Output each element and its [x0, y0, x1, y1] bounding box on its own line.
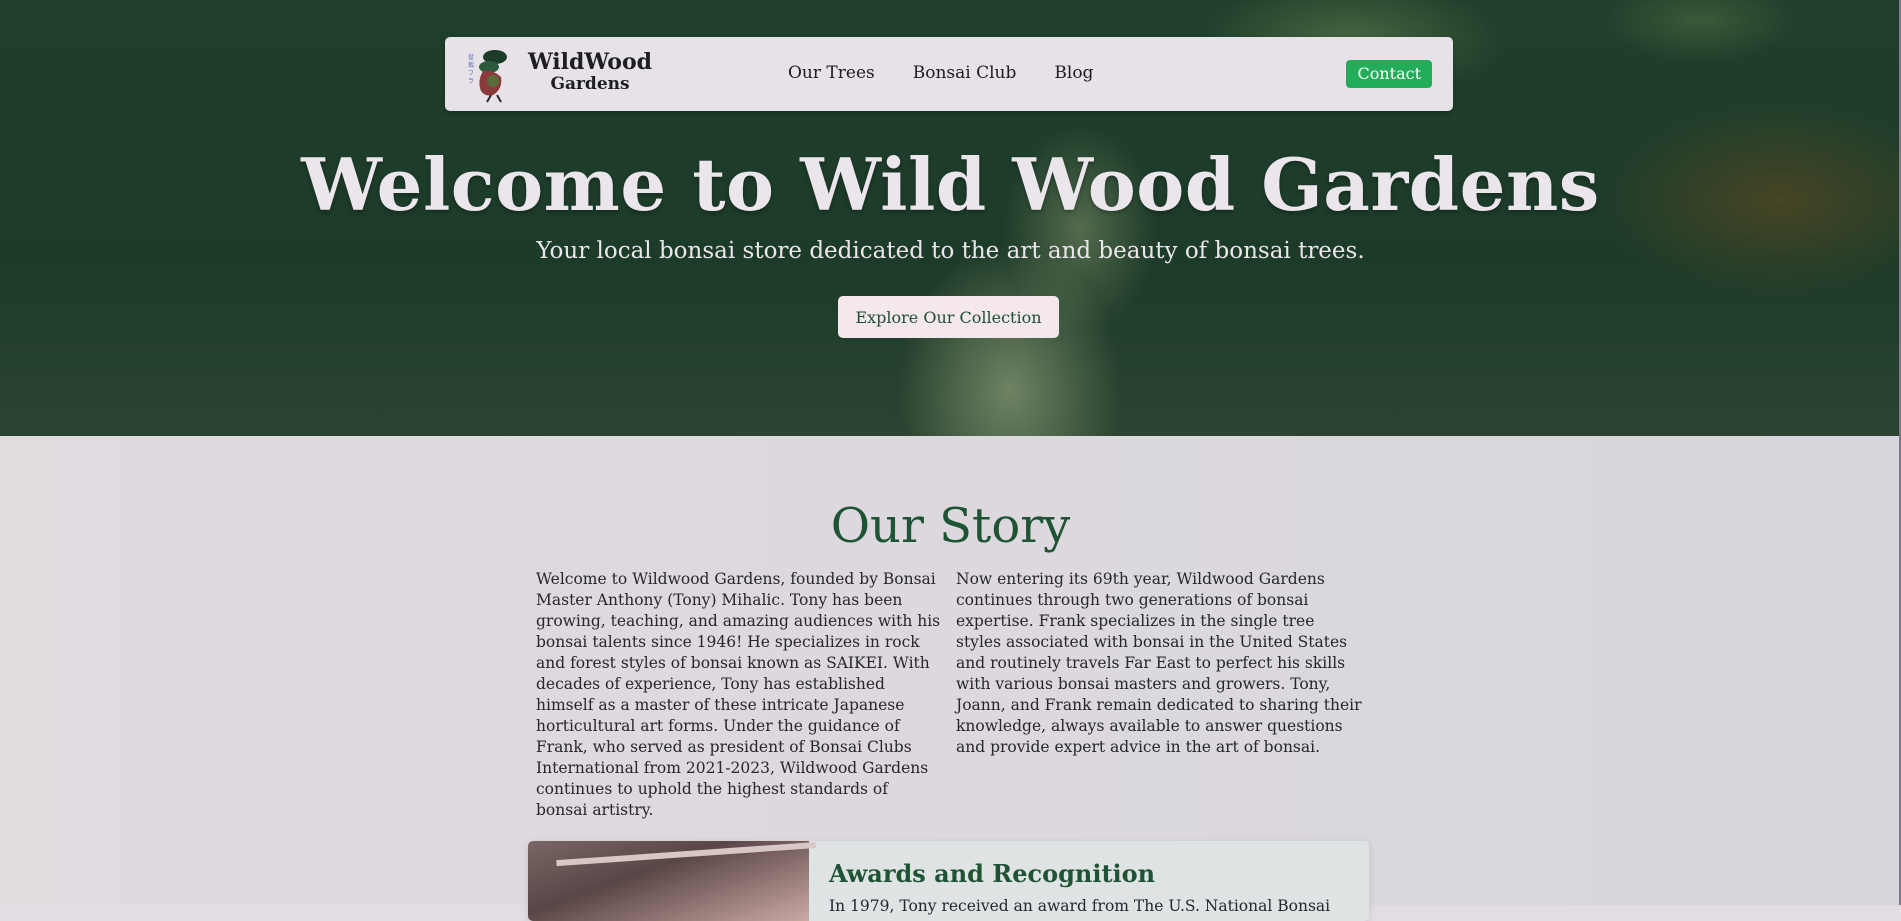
- nav-links: Our Trees Bonsai Club Blog: [788, 63, 1131, 83]
- awards-photo-detail: [556, 842, 820, 920]
- logo-icon[interactable]: 盆 栽 フ ラ: [463, 45, 513, 103]
- logo-line1: WildWood: [527, 49, 653, 75]
- explore-collection-button[interactable]: Explore Our Collection: [838, 296, 1059, 338]
- awards-text: In 1979, Tony received an award from The…: [829, 897, 1331, 915]
- hero-subtitle: Your local bonsai store dedicated to the…: [536, 238, 1365, 264]
- nav-link-blog[interactable]: Blog: [1054, 63, 1093, 83]
- svg-text:栽: 栽: [468, 61, 474, 69]
- svg-text:ラ: ラ: [468, 78, 474, 85]
- story-section: Our Story Welcome to Wildwood Gardens, f…: [0, 436, 1901, 921]
- svg-text:盆: 盆: [468, 53, 474, 61]
- awards-card: Awards and Recognition In 1979, Tony rec…: [528, 841, 1369, 921]
- logo-text[interactable]: WildWood Gardens: [525, 51, 655, 93]
- svg-text:フ: フ: [468, 70, 474, 77]
- story-text-left: Welcome to Wildwood Gardens, founded by …: [536, 570, 941, 819]
- hero-section: 盆 栽 フ ラ WildWood Gardens Our Trees Bonsa…: [0, 0, 1901, 436]
- awards-title: Awards and Recognition: [829, 859, 1156, 888]
- story-text-right: Now entering its 69th year, Wildwood Gar…: [956, 570, 1362, 756]
- navbar: 盆 栽 フ ラ WildWood Gardens Our Trees Bonsa…: [445, 37, 1453, 111]
- awards-photo: [528, 841, 820, 921]
- story-title: Our Story: [830, 498, 1071, 554]
- nav-link-bonsai-club[interactable]: Bonsai Club: [913, 63, 1017, 83]
- contact-button[interactable]: Contact: [1346, 60, 1432, 88]
- logo-line2: Gardens: [550, 74, 630, 94]
- hero-title: Welcome to Wild Wood Gardens: [301, 142, 1600, 227]
- nav-link-our-trees[interactable]: Our Trees: [788, 63, 875, 83]
